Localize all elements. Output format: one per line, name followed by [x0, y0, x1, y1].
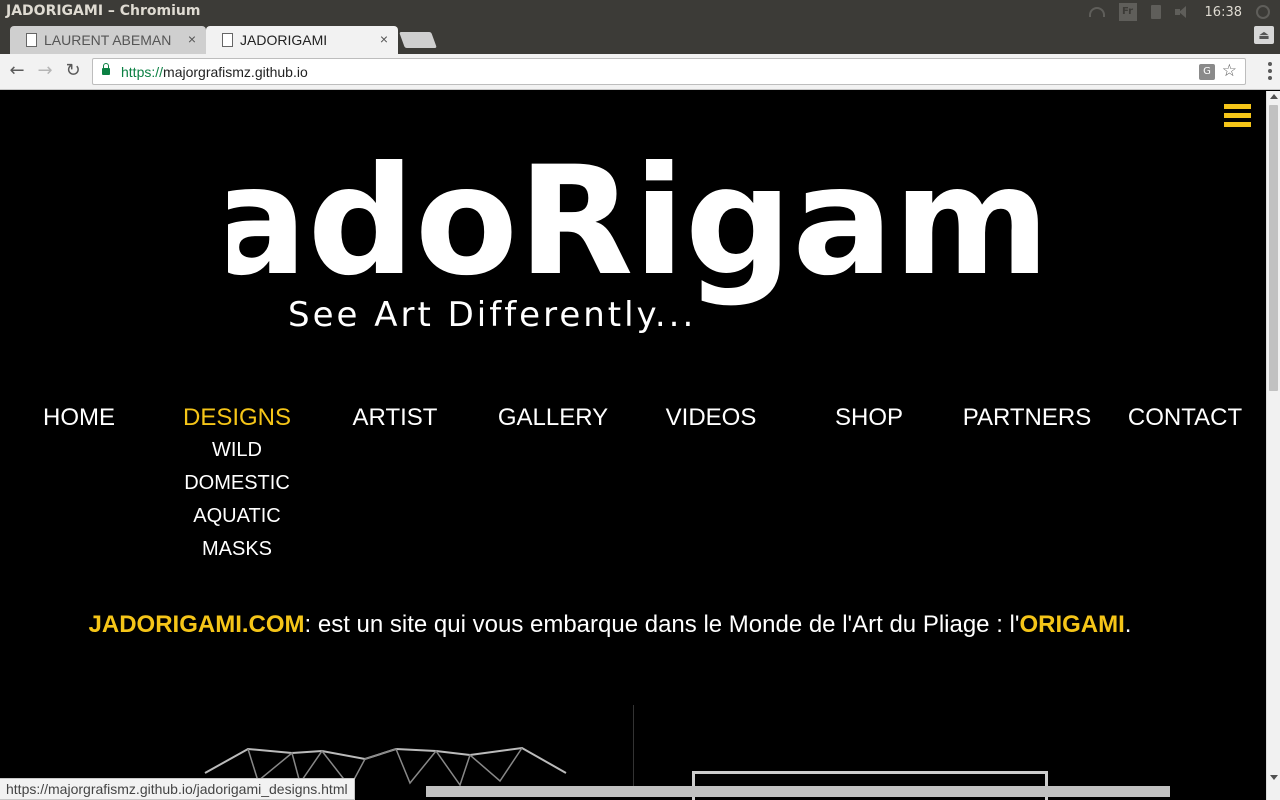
- status-bar-link: https://majorgrafismz.github.io/jadoriga…: [0, 778, 355, 800]
- submenu-masks[interactable]: MASKS: [158, 534, 316, 567]
- tab-title: LAURENT ABEMAN: [44, 32, 172, 48]
- nav-home[interactable]: HOME: [0, 404, 158, 432]
- tab-jadorigami[interactable]: JADORIGAMI ×: [206, 26, 398, 54]
- nav-gallery[interactable]: GALLERY: [474, 404, 632, 432]
- translate-icon[interactable]: G: [1199, 64, 1215, 80]
- submenu-aquatic[interactable]: AQUATIC: [158, 501, 316, 534]
- kebab-menu-icon[interactable]: [1268, 62, 1272, 82]
- logo-wordmark: jadoRigami: [228, 135, 1038, 309]
- intro-highlight: ORIGAMI: [1019, 611, 1125, 638]
- scroll-down-arrow[interactable]: [1270, 775, 1278, 780]
- submenu-wild[interactable]: WILD: [158, 435, 316, 468]
- hamburger-menu-icon[interactable]: [1224, 104, 1251, 128]
- designs-submenu: WILD DOMESTIC AQUATIC MASKS: [158, 435, 316, 567]
- volume-icon[interactable]: [1174, 6, 1191, 18]
- forward-button[interactable]: →: [34, 60, 56, 82]
- nav-shop[interactable]: SHOP: [790, 404, 948, 432]
- horizontal-scroll-thumb[interactable]: [426, 786, 1170, 797]
- page-viewport: jadoRigami See Art Differently... HOME D…: [0, 91, 1266, 800]
- page-icon: [222, 33, 233, 47]
- scroll-thumb[interactable]: [1269, 105, 1278, 391]
- url-host: majorgrafismz.github.io: [163, 64, 308, 80]
- window-title: JADORIGAMI – Chromium: [6, 3, 201, 19]
- star-icon[interactable]: ☆: [1222, 61, 1237, 81]
- close-icon[interactable]: ×: [188, 31, 196, 47]
- logo-tagline: See Art Differently...: [288, 295, 696, 335]
- tab-title: JADORIGAMI: [240, 32, 328, 48]
- battery-icon[interactable]: [1150, 5, 1161, 19]
- keyboard-layout-icon[interactable]: Fr: [1118, 3, 1137, 21]
- intro-body: : est un site qui vous embarque dans le …: [304, 611, 1020, 638]
- jadorigami-logo[interactable]: jadoRigami See Art Differently...: [228, 123, 1038, 363]
- back-button[interactable]: ←: [6, 60, 28, 82]
- url-text[interactable]: https://majorgrafismz.github.io: [121, 64, 308, 80]
- submenu-domestic[interactable]: DOMESTIC: [158, 468, 316, 501]
- nav-designs[interactable]: DESIGNS: [158, 404, 316, 432]
- reload-button[interactable]: ↻: [62, 60, 84, 82]
- content-divider: [633, 705, 634, 795]
- new-tab-button[interactable]: [399, 32, 437, 48]
- clock[interactable]: 16:38: [1205, 5, 1242, 20]
- profile-icon[interactable]: ⏏: [1254, 26, 1274, 44]
- url-scheme: https://: [121, 64, 164, 80]
- address-bar[interactable]: https://majorgrafismz.github.io G ☆: [92, 58, 1246, 85]
- nav-artist[interactable]: ARTIST: [316, 404, 474, 432]
- scroll-up-arrow[interactable]: [1270, 94, 1278, 99]
- wifi-icon[interactable]: [1088, 7, 1105, 17]
- page-icon: [26, 33, 37, 47]
- nav-contact[interactable]: CONTACT: [1106, 404, 1264, 432]
- intro-site-name: JADORIGAMI.COM: [88, 611, 305, 638]
- system-tray: Fr 16:38: [1088, 0, 1280, 24]
- close-icon[interactable]: ×: [380, 31, 388, 47]
- intro-end: .: [1124, 611, 1132, 638]
- tab-laurent-abeman[interactable]: LAURENT ABEMAN ×: [10, 26, 206, 54]
- lock-icon[interactable]: [102, 63, 110, 75]
- tab-strip: LAURENT ABEMAN × JADORIGAMI × ⏏: [0, 24, 1280, 54]
- vertical-scrollbar[interactable]: [1266, 91, 1280, 800]
- power-icon[interactable]: [1256, 5, 1270, 19]
- intro-text: JADORIGAMI.COM: est un site qui vous emb…: [0, 611, 1220, 639]
- os-title-bar: JADORIGAMI – Chromium Fr 16:38: [0, 0, 1280, 24]
- nav-videos[interactable]: VIDEOS: [632, 404, 790, 432]
- browser-toolbar: ← → ↻ https://majorgrafismz.github.io G …: [0, 54, 1280, 90]
- nav-partners[interactable]: PARTNERS: [948, 404, 1106, 432]
